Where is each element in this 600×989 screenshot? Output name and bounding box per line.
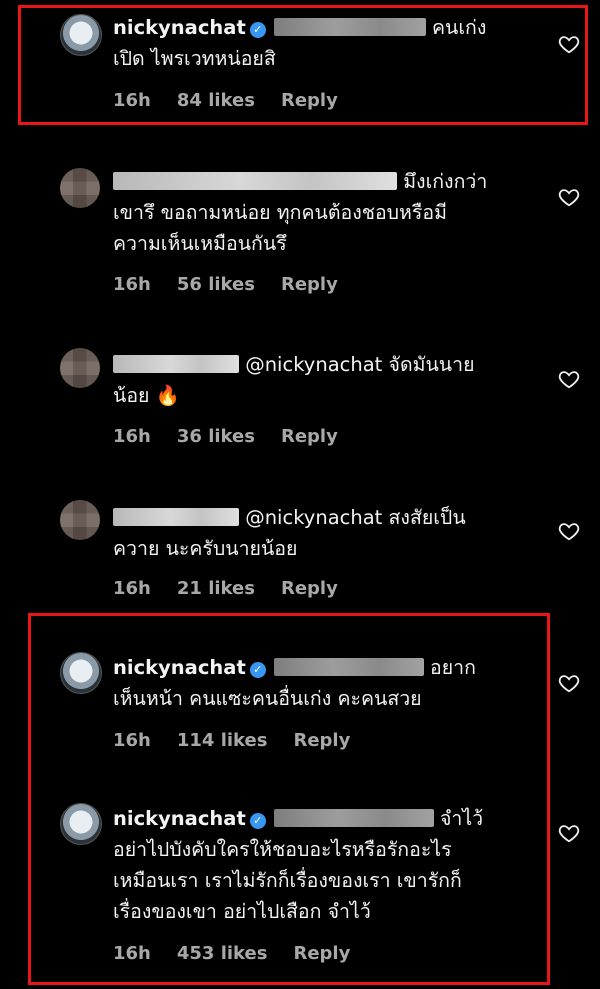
username[interactable]: nickynachat: [113, 656, 246, 679]
comment-meta: 16h 84 likes Reply: [113, 90, 364, 111]
reply-button[interactable]: Reply: [281, 426, 338, 447]
username[interactable]: nickynachat: [113, 16, 246, 39]
comment-text: nickynachat ✓ อยาก เห็นหน้า คนแซะคนอื่นเก…: [113, 656, 476, 710]
verified-badge-icon: ✓: [249, 662, 266, 678]
heart-outline-icon[interactable]: [558, 520, 580, 542]
redacted-mention: [273, 658, 424, 676]
timestamp: 16h: [113, 274, 151, 295]
heart-outline-icon[interactable]: [558, 822, 580, 844]
avatar[interactable]: [60, 348, 100, 388]
redacted-mention: [273, 809, 434, 827]
redacted-username: [113, 508, 239, 526]
reply-button[interactable]: Reply: [281, 578, 338, 599]
heart-outline-icon[interactable]: [558, 368, 580, 390]
heart-outline-icon[interactable]: [558, 186, 580, 208]
comment-text: nickynachat ✓ คนเก่ง เปิด ไพรเวทหน่อยสิ: [113, 16, 487, 70]
avatar[interactable]: [60, 500, 100, 540]
likes-count[interactable]: 84 likes: [177, 90, 255, 111]
redacted-username: [113, 172, 397, 190]
timestamp: 16h: [113, 90, 151, 111]
comment-meta: 16h 453 likes Reply: [113, 943, 376, 964]
likes-count[interactable]: 453 likes: [177, 943, 268, 964]
timestamp: 16h: [113, 943, 151, 964]
heart-outline-icon[interactable]: [558, 672, 580, 694]
redacted-username: [113, 355, 239, 373]
username[interactable]: nickynachat: [113, 807, 246, 830]
likes-count[interactable]: 21 likes: [177, 578, 255, 599]
reply-button[interactable]: Reply: [281, 274, 338, 295]
reply-button[interactable]: Reply: [293, 943, 350, 964]
comment-meta: 16h 21 likes Reply: [113, 578, 364, 599]
verified-badge-icon: ✓: [249, 22, 266, 38]
comment-meta: 16h 114 likes Reply: [113, 730, 376, 751]
reply-button[interactable]: Reply: [293, 730, 350, 751]
avatar[interactable]: [60, 14, 102, 56]
timestamp: 16h: [113, 426, 151, 447]
timestamp: 16h: [113, 730, 151, 751]
avatar[interactable]: [60, 652, 102, 694]
comment-text: มึงเก่งกว่า เขารึ ขอถามหน่อย ทุกคนต้องชอ…: [113, 170, 488, 255]
likes-count[interactable]: 114 likes: [177, 730, 268, 751]
likes-count[interactable]: 36 likes: [177, 426, 255, 447]
avatar[interactable]: [60, 803, 102, 845]
heart-outline-icon[interactable]: [558, 33, 580, 55]
comment-text: @nickynachat จัดมันนาย น้อย 🔥: [113, 353, 475, 407]
comment-meta: 16h 36 likes Reply: [113, 426, 364, 447]
avatar[interactable]: [60, 168, 100, 208]
comment-text: nickynachat ✓ จำไว้ อย่าไปบังคับใครให้ชอบ…: [113, 807, 484, 923]
reply-button[interactable]: Reply: [281, 90, 338, 111]
verified-badge-icon: ✓: [249, 813, 266, 829]
redacted-mention: [273, 18, 426, 36]
timestamp: 16h: [113, 578, 151, 599]
comment-meta: 16h 56 likes Reply: [113, 274, 364, 295]
comment-text: @nickynachat สงสัยเป็น ควาย นะครับนายน้อ…: [113, 506, 466, 560]
likes-count[interactable]: 56 likes: [177, 274, 255, 295]
